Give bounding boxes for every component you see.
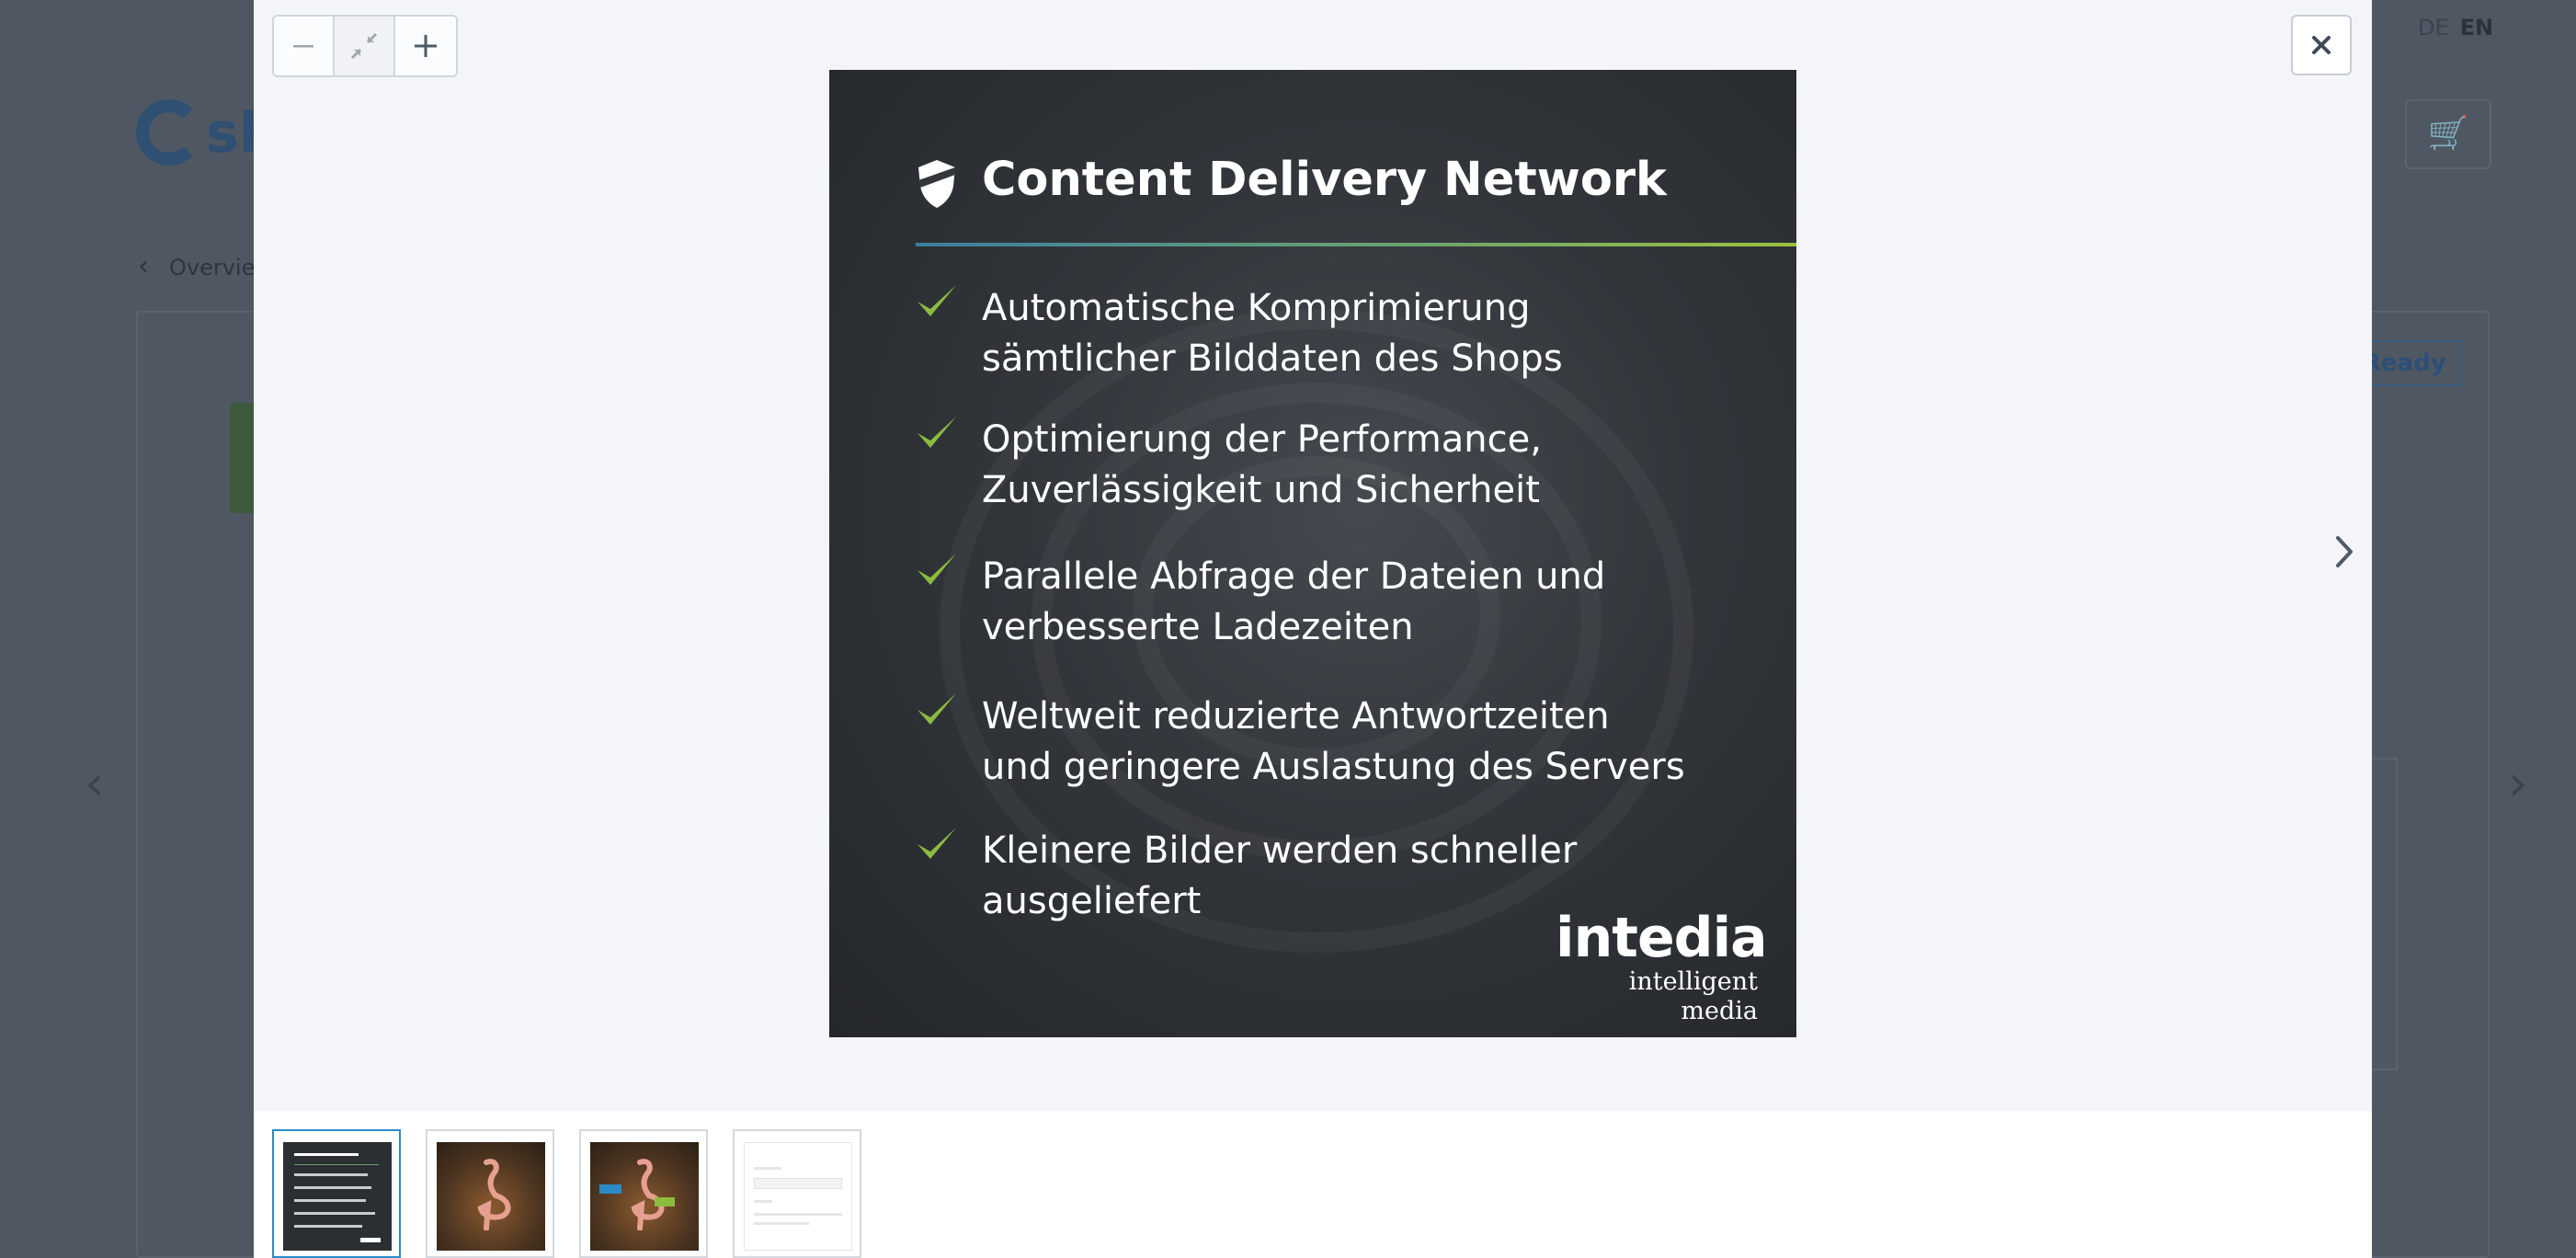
next-image-button[interactable] — [2326, 528, 2363, 576]
thumbnail-1[interactable] — [272, 1129, 401, 1258]
minus-icon — [293, 45, 313, 48]
close-button[interactable] — [2291, 15, 2352, 75]
title-divider — [916, 243, 1796, 246]
cart-button[interactable]: 🛒 — [2405, 99, 2491, 169]
feature-text: Optimierung der Performance, — [982, 418, 1542, 461]
feature-item: Weltweit reduzierte Antwortzeiten und ge… — [916, 692, 1743, 793]
back-link-label: Overvie — [169, 255, 256, 280]
plus-icon — [415, 35, 437, 57]
carousel-prev-icon: ‹ — [85, 754, 105, 812]
shop-logo-icon — [136, 99, 202, 166]
language-switcher: DE EN — [2418, 15, 2493, 40]
lang-en[interactable]: EN — [2460, 15, 2493, 40]
zoom-controls — [272, 15, 458, 77]
flamingo-image — [477, 1159, 511, 1230]
check-icon — [918, 554, 956, 585]
thumbnail-badge — [599, 1184, 621, 1194]
zoom-out-button[interactable] — [274, 17, 335, 75]
thumbnail-badge — [655, 1197, 675, 1207]
feature-text: verbesserte Ladezeiten — [982, 606, 1414, 648]
chevron-right-icon — [2336, 536, 2353, 567]
shield-icon — [918, 160, 955, 208]
feature-item: Parallele Abfrage der Dateien und verbes… — [916, 552, 1743, 653]
image-lightbox: Content Delivery Network Automatische Ko… — [254, 0, 2372, 1258]
feature-text: und geringere Auslastung des Servers — [982, 746, 1685, 788]
brand-tagline: intelligent media — [1628, 967, 1758, 1025]
thumbnail-image — [283, 1142, 392, 1251]
check-icon — [918, 693, 956, 725]
feature-text: Weltweit reduzierte Antwortzeiten — [982, 695, 1610, 738]
flamingo-image — [631, 1159, 665, 1230]
thumbnail-2[interactable] — [426, 1129, 554, 1258]
brand-name: intedia — [1556, 906, 1768, 970]
feature-text: Automatische Komprimierung — [982, 287, 1531, 329]
thumbnail-3[interactable] — [579, 1129, 708, 1258]
compress-icon — [350, 32, 378, 60]
feature-text: Parallele Abfrage der Dateien und — [982, 555, 1606, 598]
feature-text: Zuverlässigkeit und Sicherheit — [982, 469, 1540, 511]
check-icon — [918, 285, 956, 316]
main-image: Content Delivery Network Automatische Ko… — [829, 70, 1796, 1037]
feature-item: Optimierung der Performance, Zuverlässig… — [916, 415, 1743, 516]
breadcrumb-back[interactable]: ‹ Overvie — [138, 250, 255, 282]
thumbnail-image — [590, 1142, 699, 1251]
close-icon — [2312, 36, 2331, 54]
carousel-next-icon: › — [2508, 754, 2528, 812]
feature-item: Automatische Komprimierung sämtlicher Bi… — [916, 283, 1743, 384]
thumbnail-image — [437, 1142, 545, 1251]
thumbnail-image — [744, 1142, 852, 1251]
zoom-in-button[interactable] — [395, 17, 456, 75]
chevron-left-icon: ‹ — [138, 250, 149, 282]
thumbnail-strip — [254, 1111, 2372, 1258]
intedia-logo: intedia intelligent media — [1556, 906, 1768, 1026]
feature-text: sämtlicher Bilddaten des Shops — [982, 337, 1563, 380]
lang-de[interactable]: DE — [2418, 15, 2449, 40]
slide-title: Content Delivery Network — [982, 153, 1667, 207]
check-icon — [918, 828, 956, 859]
thumbnail-4[interactable] — [733, 1129, 861, 1258]
reset-zoom-button[interactable] — [335, 17, 395, 75]
ready-badge: Ready — [2363, 340, 2460, 386]
feature-text: Kleinere Bilder werden schneller — [982, 829, 1578, 872]
check-icon — [918, 417, 956, 448]
